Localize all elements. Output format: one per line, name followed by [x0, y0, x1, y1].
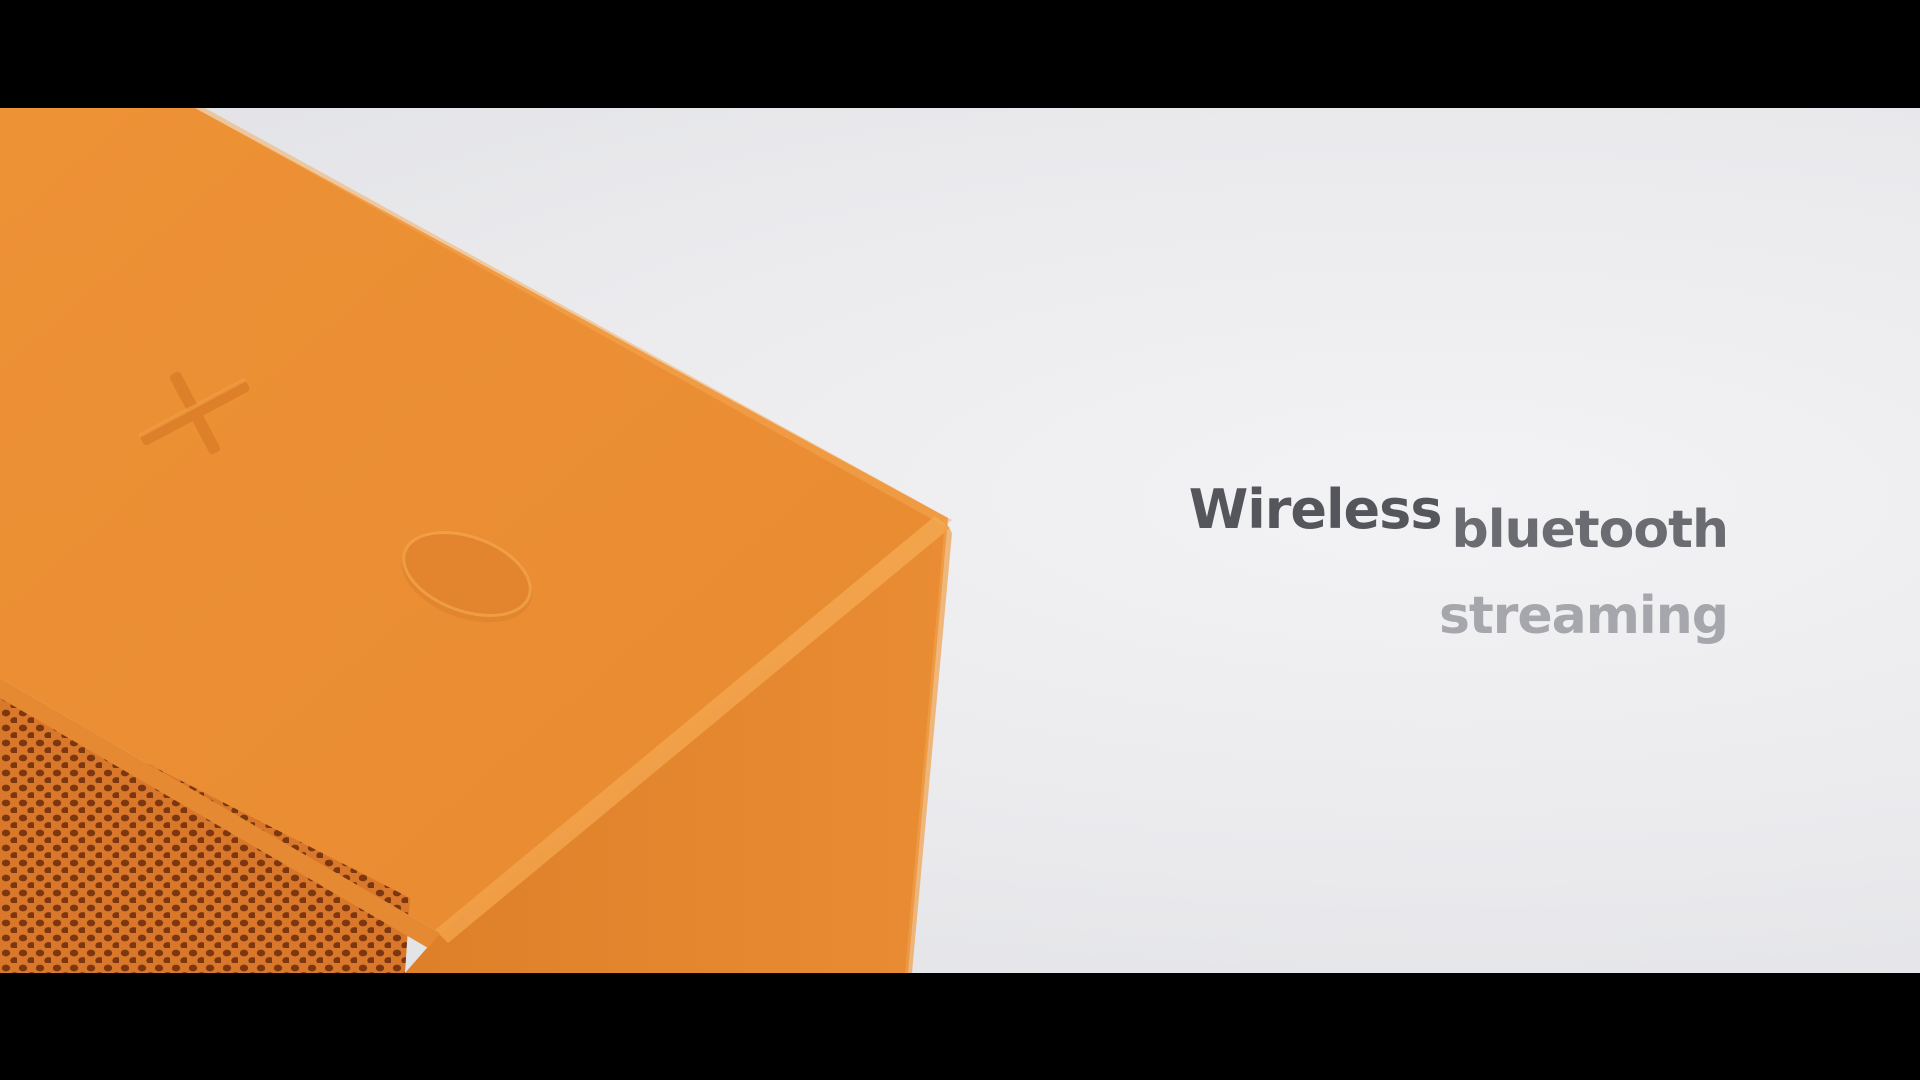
product-scene: Wireless bluetooth streaming [0, 108, 1920, 973]
letterbox-top [0, 0, 1920, 108]
feature-caption: Wireless bluetooth streaming [1100, 478, 1729, 668]
caption-word-bluetooth: bluetooth [1451, 500, 1729, 560]
caption-line-1: Wireless bluetooth [1188, 478, 1729, 560]
caption-word-streaming: streaming [1438, 586, 1729, 646]
video-frame: Wireless bluetooth streaming [0, 0, 1920, 1080]
letterbox-bottom [0, 973, 1920, 1080]
caption-word-wireless: Wireless [1188, 478, 1443, 541]
